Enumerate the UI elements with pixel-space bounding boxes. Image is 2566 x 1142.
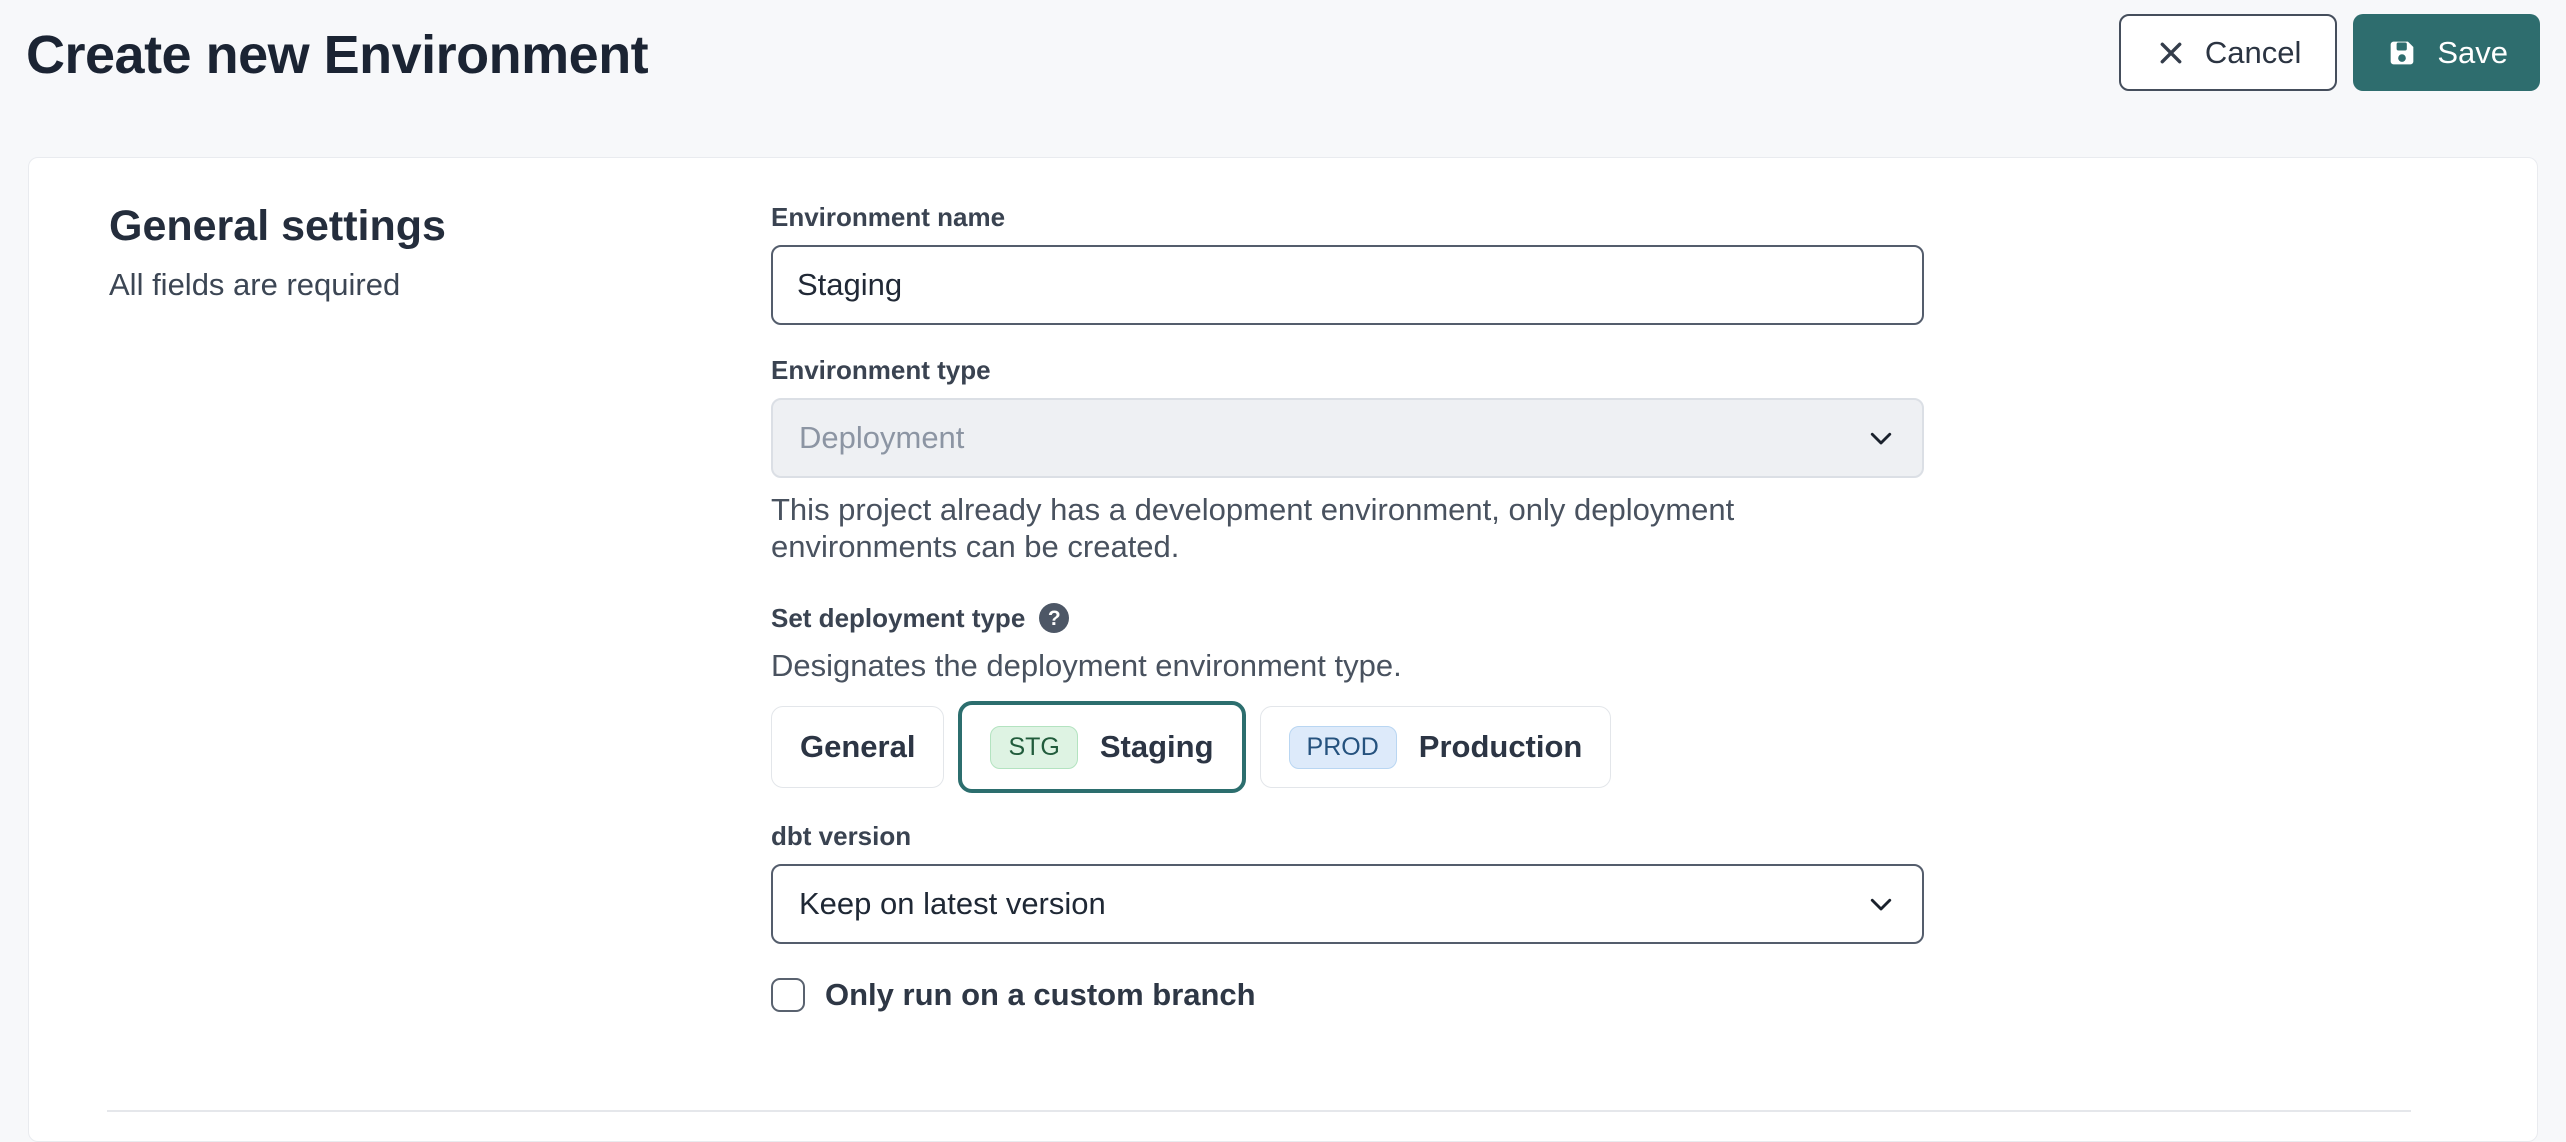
custom-branch-checkbox[interactable]: [771, 978, 805, 1012]
save-button-label: Save: [2437, 35, 2508, 71]
page-header: Create new Environment Cancel Save: [0, 0, 2566, 157]
deployment-type-option-production[interactable]: PROD Production: [1260, 706, 1612, 788]
save-button[interactable]: Save: [2353, 14, 2540, 91]
custom-branch-label: Only run on a custom branch: [825, 977, 1256, 1013]
deployment-type-label: Set deployment type: [771, 603, 1025, 633]
close-icon: [2155, 37, 2187, 69]
environment-type-label: Environment type: [771, 355, 1924, 385]
dbt-version-label: dbt version: [771, 821, 1924, 851]
environment-name-label: Environment name: [771, 202, 1924, 232]
deployment-type-option-staging[interactable]: STG Staging: [958, 701, 1245, 793]
cancel-button[interactable]: Cancel: [2119, 14, 2338, 91]
environment-type-select[interactable]: Deployment: [771, 398, 1924, 478]
help-icon[interactable]: ?: [1039, 603, 1069, 633]
cancel-button-label: Cancel: [2205, 35, 2302, 71]
chevron-down-icon: [1866, 423, 1896, 453]
deployment-type-options: General STG Staging PROD Production: [771, 701, 1924, 793]
option-general-label: General: [800, 729, 915, 765]
custom-branch-row: Only run on a custom branch: [771, 977, 1924, 1013]
deployment-type-option-general[interactable]: General: [771, 706, 944, 788]
chevron-down-icon: [1866, 889, 1896, 919]
environment-type-value: Deployment: [799, 420, 964, 456]
section-divider: [107, 1110, 2411, 1112]
environment-type-helper: This project already has a development e…: [771, 491, 1924, 565]
page-title: Create new Environment: [26, 24, 648, 86]
environment-name-input[interactable]: [771, 245, 1924, 325]
production-badge: PROD: [1289, 726, 1397, 769]
section-intro: General settings All fields are required: [109, 202, 771, 1141]
save-icon: [2385, 36, 2419, 70]
section-heading: General settings: [109, 202, 771, 251]
general-settings-card: General settings All fields are required…: [28, 157, 2538, 1142]
staging-badge: STG: [990, 726, 1077, 769]
header-actions: Cancel Save: [2119, 14, 2540, 91]
deployment-type-description: Designates the deployment environment ty…: [771, 648, 1924, 684]
section-subheading: All fields are required: [109, 267, 771, 303]
option-staging-label: Staging: [1100, 729, 1214, 765]
option-production-label: Production: [1419, 729, 1583, 765]
dbt-version-value: Keep on latest version: [799, 886, 1106, 922]
deployment-type-label-row: Set deployment type ?: [771, 603, 1924, 633]
dbt-version-select[interactable]: Keep on latest version: [771, 864, 1924, 944]
environment-form: Environment name Environment type Deploy…: [771, 202, 1924, 1141]
